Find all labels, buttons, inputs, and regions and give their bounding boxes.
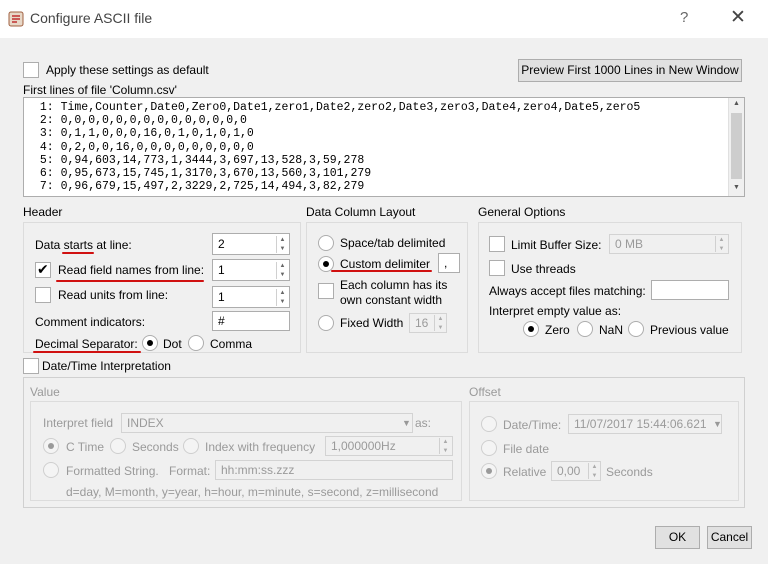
preview-button[interactable]: Preview First 1000 Lines in New Window [518,59,742,82]
index-frequency-radio[interactable] [183,438,199,454]
relative-label: Relative [503,465,547,479]
read-units-label: Read units from line: [58,288,169,302]
empty-nan-label: NaN [599,323,624,337]
read-field-names-spinner[interactable]: ▲ ▼ [276,262,288,279]
always-accept-label: Always accept files matching: [489,284,646,298]
limit-buffer-checkbox[interactable] [489,236,505,252]
interpret-field-label: Interpret field [43,416,114,430]
empty-previous-label: Previous value [650,323,729,337]
app-icon [8,11,24,27]
scroll-down-icon[interactable]: ▼ [733,184,740,191]
fixed-width-label: Fixed Width [340,316,404,330]
use-threads-label: Use threads [511,262,576,276]
header-section-title: Header [23,205,63,219]
read-field-names-label: Read field names from line: [58,263,205,277]
apply-default-checkbox[interactable] [23,62,39,78]
seconds-label: Seconds [132,440,179,454]
as-label: as: [415,416,432,430]
general-section-title: General Options [478,205,566,219]
first-lines-label: First lines of file 'Column.csv' [23,83,177,97]
offset-group-title: Offset [469,385,501,399]
custom-delimiter-label: Custom delimiter [340,257,431,271]
format-hint: d=day, M=month, y=year, h=hour, m=minute… [66,485,439,499]
relative-seconds-label: Seconds [606,465,653,479]
comment-label: Comment indicators: [35,315,146,329]
file-date-label: File date [503,442,550,456]
relative-radio[interactable] [481,463,497,479]
offset-datetime-radio[interactable] [481,416,497,432]
formatted-string-radio[interactable] [43,462,59,478]
decimal-comma-radio[interactable] [188,335,204,351]
datetime-label: Date/Time Interpretation [42,359,171,373]
limit-buffer-label: Limit Buffer Size: [511,238,602,252]
annotation-underline-decimal [33,351,141,353]
apply-default-label: Apply these settings as default [46,63,209,77]
decimal-comma-label: Comma [210,337,253,351]
seconds-radio[interactable] [110,438,126,454]
help-button[interactable]: ? [680,9,688,26]
chevron-down-icon: ▼ [713,419,722,429]
data-starts-label: Data starts at line: [35,238,132,252]
title-bar: Configure ASCII file ? ✕ [0,0,768,38]
comment-input[interactable]: # [212,311,290,331]
file-preview[interactable]: 1: Time,Counter,Date0,Zero0,Date1,zero1,… [23,97,745,197]
fixed-width-radio[interactable] [318,315,334,331]
file-date-radio[interactable] [481,440,497,456]
use-threads-checkbox[interactable] [489,260,505,276]
constant-width-label-2: own constant width [340,293,443,307]
close-button[interactable]: ✕ [730,6,746,29]
scroll-thumb[interactable] [731,113,742,179]
cancel-button[interactable]: Cancel [707,526,752,549]
annotation-underline-field-names [56,280,204,282]
value-group-title: Value [30,385,60,399]
decimal-dot-label: Dot [163,337,182,351]
window-title: Configure ASCII file [30,10,153,26]
frequency-spinner[interactable]: ▲ ▼ [439,438,451,454]
data-starts-spinner[interactable]: ▲ ▼ [276,236,288,253]
decimal-separator-label: Decimal Separator: [35,337,138,351]
chevron-down-icon: ▼ [402,418,411,428]
empty-zero-label: Zero [545,323,570,337]
formatted-string-label: Formatted String. [66,464,159,478]
c-time-radio[interactable] [43,438,59,454]
preview-text: 1: Time,Counter,Date0,Zero0,Date1,zero1,… [39,101,641,194]
fixed-width-spinner[interactable]: ▲ ▼ [434,315,446,331]
space-tab-radio[interactable] [318,235,334,251]
interpret-empty-label: Interpret empty value as: [489,304,622,318]
decimal-dot-radio[interactable] [142,335,158,351]
interpret-field-select[interactable]: INDEX [121,413,413,433]
read-field-names-checkbox[interactable] [35,261,51,278]
c-time-label: C Time [66,440,105,454]
frequency-input[interactable]: 1,000000Hz [325,436,453,456]
index-frequency-label: Index with frequency [205,440,316,454]
constant-width-label-1: Each column has its [340,278,448,292]
read-units-spinner[interactable]: ▲ ▼ [276,289,288,306]
format-label: Format: [169,464,211,478]
ok-button[interactable]: OK [655,526,700,549]
read-units-checkbox[interactable] [35,287,51,303]
empty-nan-radio[interactable] [577,321,593,337]
offset-datetime-label: Date/Time: [503,418,562,432]
empty-previous-radio[interactable] [628,321,644,337]
offset-datetime-input[interactable]: 11/07/2017 15:44:06.621 [568,414,722,434]
limit-buffer-input[interactable]: 0 MB [609,234,729,254]
datetime-checkbox[interactable] [23,358,39,374]
preview-scrollbar[interactable]: ▲ ▼ [728,98,744,196]
limit-buffer-spinner[interactable]: ▲ ▼ [715,236,727,252]
format-input[interactable]: hh:mm:ss.zzz [215,460,453,480]
constant-width-checkbox[interactable] [318,283,334,299]
layout-section-title: Data Column Layout [306,205,416,219]
always-accept-input[interactable] [651,280,729,300]
scroll-up-icon[interactable]: ▲ [733,100,740,107]
annotation-underline-starts [62,252,94,254]
relative-spinner[interactable]: ▲ ▼ [588,463,600,479]
empty-zero-radio[interactable] [523,321,539,337]
annotation-underline-custom [331,270,432,272]
space-tab-label: Space/tab delimited [340,236,446,250]
custom-delimiter-input[interactable]: , [438,253,460,273]
